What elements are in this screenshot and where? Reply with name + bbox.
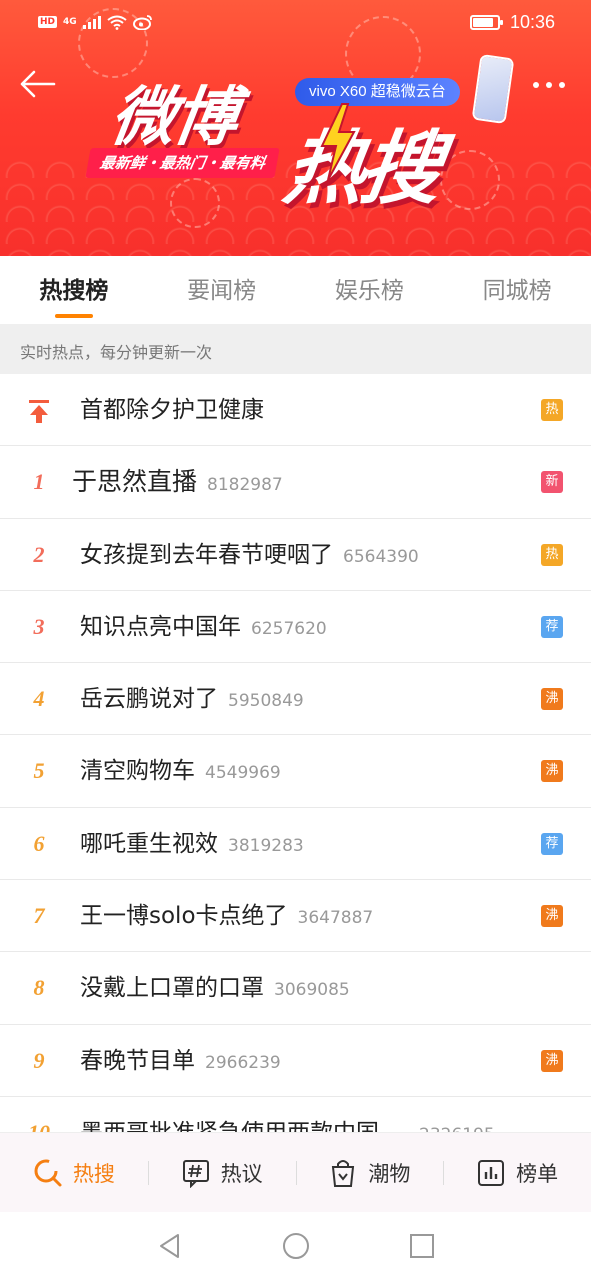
item-count: 3819283: [228, 835, 304, 856]
network-type-label: 4G: [63, 17, 77, 27]
recents-square-icon[interactable]: [408, 1232, 436, 1260]
banner-slogan: 最新鲜・最热门・最有料: [85, 148, 280, 178]
item-rank: 2: [33, 541, 45, 567]
list-item[interactable]: 1 于思然直播 8182987 新: [0, 446, 591, 519]
item-title: 女孩提到去年春节哽咽了 6564390: [80, 541, 419, 568]
item-rank: 4: [33, 686, 45, 712]
tab-local[interactable]: 同城榜: [443, 256, 591, 324]
item-rank: 6: [33, 830, 45, 856]
list-item[interactable]: 9 春晚节目单 2966239 沸: [0, 1025, 591, 1097]
item-title: 哪吒重生视效 3819283: [80, 830, 304, 857]
firework-decoration: [440, 150, 500, 210]
bottom-navigation: 热搜 热议 潮物 榜单: [0, 1132, 591, 1212]
hot-search-list: 首都除夕护卫健康 热 1 于思然直播 8182987 新 2 女孩提到去年春节哽咽…: [0, 374, 591, 1170]
nav-rankings[interactable]: 榜单: [443, 1133, 591, 1212]
item-title: 于思然直播 8182987: [72, 467, 283, 497]
update-notice: 实时热点，每分钟更新一次: [0, 324, 591, 374]
item-badge: 沸: [541, 1049, 563, 1072]
battery-fill: [472, 18, 494, 27]
signal-icon: [82, 15, 101, 29]
item-badge: 荐: [541, 615, 563, 638]
phone-image: [473, 56, 513, 122]
item-rank: 7: [33, 903, 45, 929]
banner-logo-weibo: 微博: [105, 80, 241, 155]
bar-chart-icon: [478, 1159, 505, 1186]
item-title: 清空购物车 4549969: [80, 758, 281, 785]
pinned-top-icon: [29, 400, 49, 423]
item-badge: 沸: [541, 688, 563, 711]
weibo-icon: [132, 15, 152, 30]
nav-discussion[interactable]: 热议: [147, 1133, 296, 1212]
home-circle-icon[interactable]: [282, 1232, 310, 1260]
nav-label: 潮物: [368, 1161, 411, 1186]
item-title: 岳云鹏说对了 5950849: [80, 686, 304, 713]
tab-entertainment[interactable]: 娱乐榜: [296, 256, 444, 324]
item-count: 6564390: [343, 546, 419, 567]
status-right: 10:36: [469, 12, 555, 33]
nav-label: 热议: [220, 1161, 263, 1186]
item-rank: 1: [33, 469, 45, 495]
hot-search-banner: HD 4G 10:36 微博 vivo X60 超稳微云台 热搜 最新鲜・最热门…: [0, 0, 591, 256]
list-item[interactable]: 3 知识点亮中国年 6257620 荐: [0, 591, 591, 664]
item-badge: 沸: [541, 905, 563, 928]
list-item[interactable]: 8 没戴上口罩的口罩 3069085: [0, 952, 591, 1025]
item-title: 没戴上口罩的口罩 3069085: [80, 975, 350, 1002]
lightning-icon: [320, 103, 356, 181]
status-bar: HD 4G 10:36: [0, 0, 591, 50]
item-rank: 9: [33, 1047, 45, 1073]
item-count: 3069085: [274, 980, 350, 1001]
item-badge: 热: [541, 543, 563, 566]
item-rank: 8: [33, 975, 45, 1001]
tab-hot-search[interactable]: 热搜榜: [0, 256, 148, 324]
back-arrow-icon: [20, 70, 56, 98]
item-badge: 荐: [541, 832, 563, 855]
search-icon: [34, 1159, 62, 1186]
item-count: 8182987: [207, 475, 283, 496]
firework-decoration: [170, 178, 220, 228]
item-count: 5950849: [228, 691, 304, 712]
item-count: 3647887: [297, 908, 374, 929]
hd-badge: HD: [38, 16, 58, 28]
system-navigation-bar: [0, 1212, 591, 1280]
more-options-button[interactable]: [525, 70, 573, 100]
item-badge: 新: [541, 471, 563, 494]
list-item[interactable]: 7 王一博solo卡点绝了 3647887 沸: [0, 880, 591, 953]
nav-label: 榜单: [516, 1161, 559, 1186]
hashtag-icon: [182, 1159, 209, 1188]
item-count: 6257620: [251, 618, 327, 639]
ranking-tabs: 热搜榜 要闻榜 娱乐榜 同城榜: [0, 256, 591, 324]
nav-hot-search[interactable]: 热搜: [0, 1133, 148, 1212]
item-count: 2966239: [205, 1052, 281, 1073]
wifi-icon: [107, 15, 127, 30]
status-left: HD 4G: [38, 14, 153, 30]
item-title: 王一博solo卡点绝了 3647887: [80, 903, 374, 930]
item-badge: 沸: [541, 760, 563, 783]
nav-label: 热搜: [72, 1161, 115, 1186]
nav-trending-goods[interactable]: 潮物: [295, 1133, 444, 1212]
item-rank: 3: [33, 613, 45, 639]
battery-icon: [469, 15, 503, 30]
list-item[interactable]: 2 女孩提到去年春节哽咽了 6564390 热: [0, 519, 591, 591]
back-button[interactable]: [18, 62, 58, 106]
back-triangle-icon[interactable]: [156, 1232, 184, 1260]
list-item[interactable]: 4 岳云鹏说对了 5950849 沸: [0, 663, 591, 736]
shopping-bag-icon: [332, 1159, 355, 1187]
tab-news[interactable]: 要闻榜: [148, 256, 296, 324]
item-title: 春晚节目单 2966239: [80, 1047, 281, 1074]
item-title: 首都除夕护卫健康: [80, 397, 264, 423]
list-item[interactable]: 5 清空购物车 4549969 沸: [0, 735, 591, 808]
item-badge: 热: [541, 399, 563, 421]
clock: 10:36: [509, 12, 555, 32]
list-item[interactable]: 首都除夕护卫健康 热: [0, 374, 591, 447]
item-title: 知识点亮中国年 6257620: [80, 613, 327, 640]
banner-logo-resou: 热搜: [278, 121, 444, 215]
item-count: 4549969: [205, 763, 281, 784]
item-rank: 5: [33, 758, 45, 784]
list-item[interactable]: 6 哪吒重生视效 3819283 荐: [0, 808, 591, 881]
